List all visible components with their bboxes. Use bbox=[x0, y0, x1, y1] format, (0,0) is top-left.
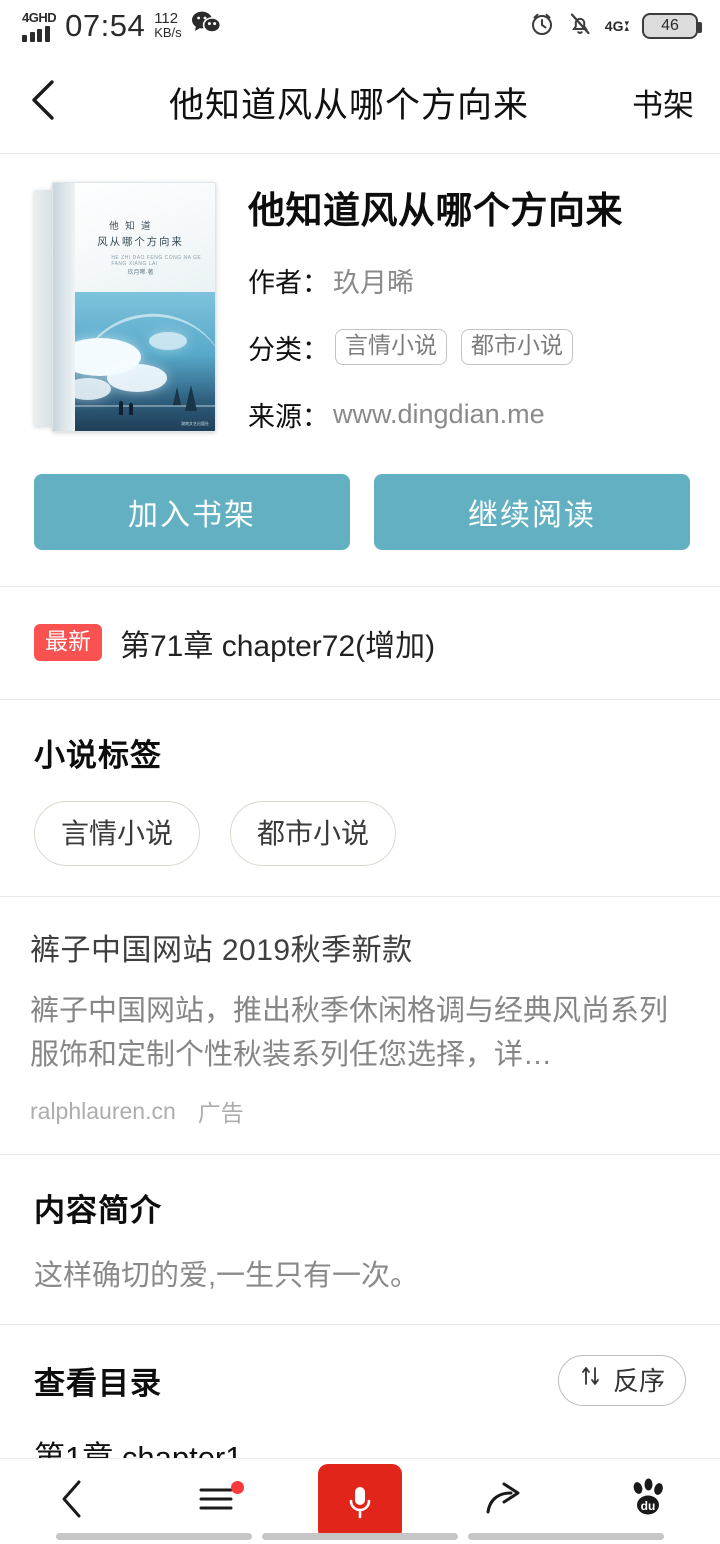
app-screen: 4GHD 07:54 112 KB/s 4G ▾ ▴ 46 他知道风从哪个方向来… bbox=[0, 0, 720, 1544]
synopsis-title: 内容简介 bbox=[34, 1193, 162, 1229]
page-title: 他知道风从哪个方向来 bbox=[168, 86, 529, 125]
gesture-bar bbox=[468, 1533, 664, 1540]
bell-off-icon bbox=[568, 11, 592, 42]
latest-chapter-row[interactable]: 最新 第71章 chapter72(增加) bbox=[0, 587, 720, 699]
status-badge: 最新 bbox=[34, 624, 102, 661]
book-source-row: 来源： www.dingdian.me bbox=[248, 395, 690, 434]
reverse-order-label: 反序 bbox=[612, 1366, 665, 1397]
gesture-bar bbox=[262, 1533, 458, 1540]
catalog-header: 查看目录 反序 bbox=[34, 1355, 686, 1407]
sort-updown-icon bbox=[579, 1364, 603, 1395]
data-arrows-icon: ▾ ▴ bbox=[624, 18, 629, 33]
mobile-data-indicator: 4G ▾ ▴ bbox=[605, 18, 629, 34]
category-tag[interactable]: 言情小说 bbox=[335, 329, 447, 365]
menu-notification-dot bbox=[231, 1480, 244, 1494]
cover-publisher-mark: 湖南文艺出版社 bbox=[181, 421, 209, 426]
cover-top-panel: 他 知 道 风从哪个方向来 HE ZHI DAO FENG CONG NA GE… bbox=[53, 183, 215, 293]
latest-chapter-title: 第71章 chapter72(增加) bbox=[120, 629, 436, 663]
novel-tags-title: 小说标签 bbox=[34, 737, 162, 773]
status-bar-left: 4GHD 07:54 112 KB/s bbox=[22, 10, 529, 42]
gesture-indicator-bars bbox=[0, 1533, 720, 1540]
baidu-home-button[interactable]: du bbox=[588, 1459, 708, 1544]
voice-search-button[interactable] bbox=[300, 1459, 420, 1544]
network-speed-unit: KB/s bbox=[154, 25, 182, 41]
gesture-bar bbox=[56, 1533, 252, 1540]
bookshelf-button[interactable]: 书架 bbox=[626, 80, 694, 125]
synopsis-section: 内容简介 这样确切的爱,一生只有一次。 bbox=[0, 1155, 720, 1324]
book-cover-image[interactable]: 他 知 道 风从哪个方向来 HE ZHI DAO FENG CONG NA GE… bbox=[34, 182, 216, 432]
category-tag-list: 言情小说 都市小说 bbox=[335, 329, 573, 365]
browser-bottom-bar: du bbox=[0, 1458, 720, 1544]
ad-label: 广告 bbox=[197, 1100, 244, 1127]
cover-latin-subtitle: HE ZHI DAO FENG CONG NA GE FANG XIANG LA… bbox=[111, 255, 202, 267]
novel-tags-section: 小说标签 言情小说 都市小说 bbox=[0, 700, 720, 896]
cover-cloud bbox=[107, 364, 167, 393]
share-button[interactable] bbox=[444, 1459, 564, 1544]
book-info-section: 他 知 道 风从哪个方向来 HE ZHI DAO FENG CONG NA GE… bbox=[0, 154, 720, 434]
battery-indicator: 46 bbox=[642, 13, 702, 39]
catalog-section: 查看目录 反序 bbox=[0, 1325, 720, 1407]
cover-author-mark: 玖月晞·著 bbox=[127, 270, 154, 276]
category-tag[interactable]: 都市小说 bbox=[461, 329, 573, 365]
svg-text:du: du bbox=[641, 1499, 656, 1513]
cover-front: 他 知 道 风从哪个方向来 HE ZHI DAO FENG CONG NA GE… bbox=[52, 182, 216, 432]
source-label: 来源： bbox=[248, 401, 329, 432]
status-bar: 4GHD 07:54 112 KB/s 4G ▾ ▴ 46 bbox=[0, 0, 720, 52]
cover-title-line1: 他 知 道 bbox=[109, 221, 153, 232]
status-bar-right: 4G ▾ ▴ 46 bbox=[529, 11, 702, 42]
ad-meta-row: ralphlauren.cn 广告 bbox=[30, 1094, 690, 1128]
microphone-icon bbox=[318, 1463, 402, 1540]
mobile-data-label: 4G bbox=[604, 18, 624, 34]
page-header: 他知道风从哪个方向来 书架 bbox=[0, 52, 720, 154]
source-value[interactable]: www.dingdian.me bbox=[333, 399, 545, 430]
catalog-title: 查看目录 bbox=[34, 1366, 162, 1402]
book-category-row: 分类： 言情小说 都市小说 bbox=[248, 328, 690, 367]
signal-bars-icon bbox=[22, 26, 50, 42]
add-to-shelf-button[interactable]: 加入书架 bbox=[34, 473, 350, 550]
bottom-back-button[interactable] bbox=[12, 1459, 132, 1544]
baidu-paw-icon: du bbox=[625, 1478, 671, 1525]
alarm-clock-icon bbox=[529, 11, 555, 42]
cover-cloud bbox=[149, 332, 187, 351]
novel-tag-list: 言情小说 都市小说 bbox=[34, 800, 686, 866]
category-label: 分类： bbox=[248, 334, 329, 365]
wechat-icon bbox=[191, 10, 221, 39]
share-arrow-icon bbox=[482, 1479, 526, 1524]
cover-title-line2: 风从哪个方向来 bbox=[97, 236, 184, 248]
novel-tag[interactable]: 言情小说 bbox=[34, 800, 201, 866]
author-value: 玖月晞 bbox=[333, 267, 414, 298]
novel-tag[interactable]: 都市小说 bbox=[230, 800, 397, 866]
cover-tree bbox=[185, 385, 197, 411]
bottom-menu-button[interactable] bbox=[156, 1459, 276, 1544]
ad-description: 裤子中国网站，推出秋季休闲格调与经典风尚系列服饰和定制个性秋装系列任您选择，详… bbox=[30, 994, 669, 1072]
book-author-row: 作者： 玖月晞 bbox=[248, 261, 690, 300]
continue-reading-button[interactable]: 继续阅读 bbox=[374, 473, 690, 550]
network-type-label: 4GHD bbox=[22, 10, 57, 25]
network-speed: 112 KB/s bbox=[154, 9, 182, 41]
network-speed-value: 112 bbox=[154, 9, 179, 27]
cover-tree bbox=[172, 386, 182, 406]
author-label: 作者： bbox=[248, 267, 329, 298]
chevron-left-icon bbox=[26, 76, 60, 129]
ad-title[interactable]: 裤子中国网站 2019秋季新款 bbox=[30, 925, 690, 969]
synopsis-text: 这样确切的爱,一生只有一次。 bbox=[34, 1260, 420, 1293]
cover-figure bbox=[119, 401, 123, 415]
chevron-left-icon bbox=[57, 1477, 87, 1526]
cover-spine bbox=[53, 183, 75, 431]
action-button-row: 加入书架 继续阅读 bbox=[0, 434, 720, 586]
cover-figure bbox=[129, 403, 133, 415]
cover-illustration: 湖南文艺出版社 bbox=[53, 292, 215, 431]
status-clock: 07:54 bbox=[65, 8, 146, 43]
book-title: 他知道风从哪个方向来 bbox=[248, 190, 623, 231]
battery-level-label: 46 bbox=[661, 17, 679, 34]
reverse-order-button[interactable]: 反序 bbox=[557, 1355, 686, 1407]
signal-indicator: 4GHD bbox=[22, 10, 57, 42]
ad-source-domain: ralphlauren.cn bbox=[30, 1097, 176, 1124]
book-meta: 他知道风从哪个方向来 作者： 玖月晞 分类： 言情小说 都市小说 来源： www… bbox=[216, 182, 690, 434]
advertisement-block[interactable]: 裤子中国网站 2019秋季新款 裤子中国网站，推出秋季休闲格调与经典风尚系列服饰… bbox=[0, 897, 720, 1155]
